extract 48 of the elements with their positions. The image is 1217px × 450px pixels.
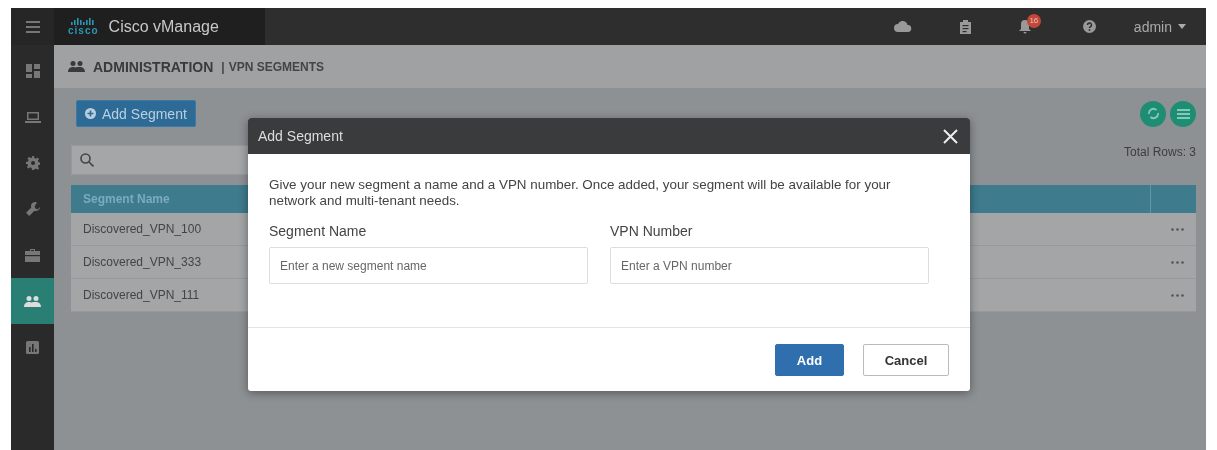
table-cell: Discovered_VPN_100 (83, 222, 202, 236)
table-cell: Discovered_VPN_111 (83, 288, 200, 302)
field-label: VPN Number (610, 223, 694, 239)
help-icon[interactable] (1082, 20, 1096, 33)
close-icon (943, 128, 958, 144)
add-segment-button[interactable]: Add Segment (76, 100, 196, 127)
dialog-description: Give your new segment a name and a VPN number. Once added, your segment will be available for your network and multi-tenant needs. (269, 177, 892, 209)
page-title: VPN SEGMENTS (228, 59, 324, 74)
app-title: Cisco vManage (108, 17, 219, 36)
notification-badge: 16 (1026, 13, 1041, 28)
logo-text: cisco (68, 25, 99, 36)
more-icon[interactable] (1171, 293, 1184, 297)
input-field[interactable]: Enter a VPN number (610, 247, 929, 284)
plus-circle-icon (85, 108, 96, 119)
dashboard-icon (25, 64, 40, 78)
menu-icon (1176, 108, 1190, 119)
more-icon[interactable] (1171, 260, 1184, 264)
dialog-title: Add Segment (258, 128, 344, 144)
toolbox-icon (25, 248, 40, 262)
more-icon[interactable] (1171, 227, 1184, 231)
cloud-icon[interactable] (893, 21, 912, 32)
people-icon (24, 295, 41, 307)
refresh-button[interactable] (1140, 100, 1166, 127)
column-header: Segment Name (83, 192, 170, 206)
total-rows: Total Rows: 3 (1123, 145, 1196, 159)
gear-icon (25, 156, 40, 170)
add-button[interactable]: Add (775, 344, 844, 376)
chart-icon (26, 340, 39, 354)
cancel-button[interactable]: Cancel (863, 344, 949, 376)
bell-icon[interactable] (1018, 19, 1031, 34)
input-field[interactable]: Enter a new segment name (269, 247, 588, 284)
logo-bars-icon (71, 17, 96, 26)
separator: | (221, 59, 225, 74)
table-cell: Discovered_VPN_333 (83, 255, 202, 269)
search-icon (80, 153, 94, 167)
caret-icon (1178, 24, 1186, 29)
menu-icon[interactable] (25, 20, 40, 33)
monitor-icon (24, 110, 41, 124)
field-label: Segment Name (269, 223, 368, 239)
wrench-icon (25, 202, 40, 216)
user-menu[interactable]: admin (1133, 18, 1186, 35)
people-icon (68, 61, 85, 72)
clipboard-icon[interactable] (959, 19, 971, 34)
menu-button[interactable] (1170, 100, 1196, 127)
section-title: ADMINISTRATION (93, 58, 214, 75)
refresh-icon (1146, 107, 1160, 120)
close-button[interactable] (941, 126, 960, 146)
sidebar-item[interactable] (11, 278, 54, 324)
